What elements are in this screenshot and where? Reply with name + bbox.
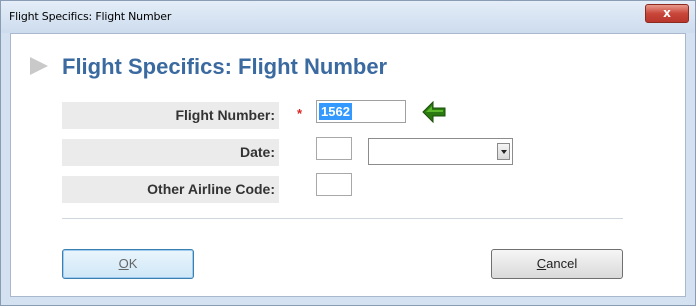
close-icon: x (663, 6, 671, 20)
cancel-button[interactable]: Cancel (491, 249, 623, 279)
triangle-right-icon (30, 57, 48, 75)
other-airline-code-label: Other Airline Code: (62, 176, 279, 203)
ok-button[interactable]: OK (62, 249, 194, 279)
other-airline-code-field[interactable] (316, 173, 352, 196)
date-month-select[interactable] (368, 138, 513, 165)
chevron-down-icon[interactable] (497, 143, 510, 160)
date-day-field[interactable] (316, 137, 352, 160)
flight-number-value: 1562 (319, 103, 352, 120)
date-label: Date: (62, 139, 279, 166)
flight-number-field[interactable]: 1562 (316, 100, 406, 123)
close-button[interactable]: x (645, 4, 689, 23)
divider (62, 218, 623, 219)
window-title: Flight Specifics: Flight Number (9, 10, 172, 23)
required-marker: * (297, 106, 303, 121)
ok-button-label: OK (118, 256, 138, 271)
green-arrow-left-icon (422, 100, 446, 124)
cancel-button-label: Cancel (536, 256, 578, 271)
flight-number-label: Flight Number: (62, 102, 279, 129)
page-title: Flight Specifics: Flight Number (62, 54, 388, 79)
title-bar[interactable]: Flight Specifics: Flight Number x (1, 1, 695, 33)
